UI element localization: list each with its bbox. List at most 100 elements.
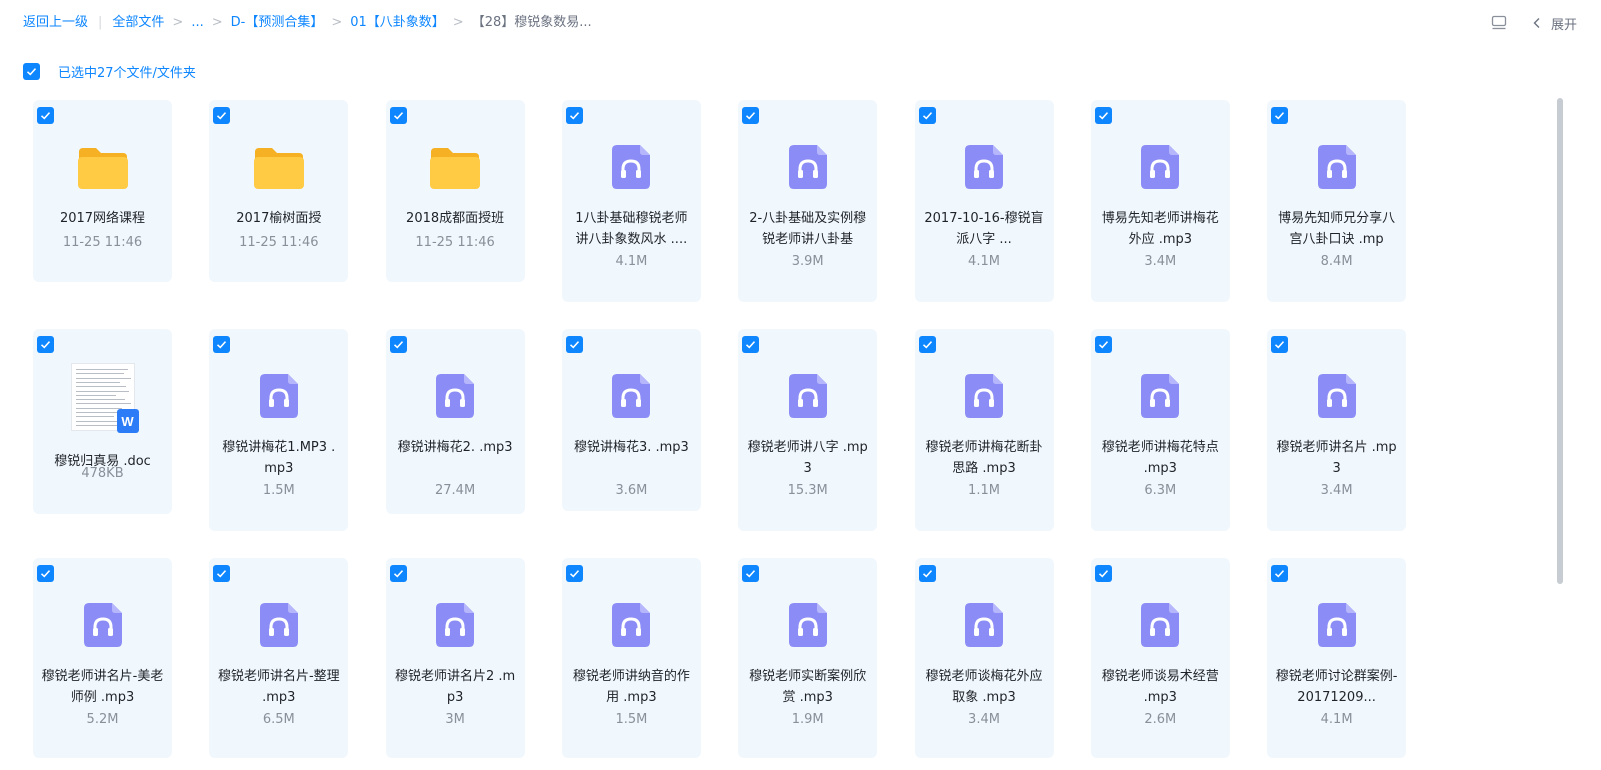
back-button[interactable]: 返回上一级 (23, 14, 88, 32)
file-item[interactable]: 穆锐老师讲名片-整理 .mp3 6.5M (209, 558, 349, 758)
audio-file-icon (965, 603, 1003, 647)
file-icon-wrap (562, 602, 701, 648)
file-checkbox[interactable] (1094, 107, 1112, 124)
audio-file-icon (1141, 145, 1180, 189)
folder-item[interactable]: 2018成都面授班 11-25 11:46 (385, 100, 525, 282)
file-checkbox[interactable] (565, 107, 583, 124)
file-item[interactable]: 穆锐老师讲名片2 .mp3 3M (385, 558, 525, 758)
file-icon-wrap (915, 602, 1054, 648)
folder-item[interactable]: 2017榆树面授 11-25 11:46 (209, 100, 349, 282)
file-item[interactable]: 博易先知老师讲梅花外应 .mp3 3.4M (1090, 100, 1230, 302)
check-icon (217, 570, 227, 578)
file-item[interactable]: W 穆锐归真易 .doc 478KB (33, 329, 172, 514)
file-item[interactable]: 2-八卦基础及实例穆锐老师讲八卦基 3.9M (738, 100, 878, 302)
file-checkbox[interactable] (1094, 336, 1112, 353)
check-icon (217, 112, 227, 120)
file-item[interactable]: 穆锐讲梅花1.MP3 .mp3 1.5M (209, 329, 349, 531)
file-checkbox[interactable] (37, 107, 54, 124)
file-item[interactable]: 穆锐老师实断案例欣赏 .mp3 1.9M (738, 558, 878, 758)
file-checkbox[interactable] (389, 565, 407, 582)
file-meta: 3M (445, 712, 465, 727)
file-name: 穆锐老师讲名片-美老师例 .mp3 (41, 669, 164, 705)
file-checkbox[interactable] (1271, 336, 1289, 353)
file-checkbox[interactable] (918, 336, 936, 353)
file-meta: 11-25 11:46 (239, 235, 319, 250)
file-checkbox[interactable] (565, 336, 583, 353)
check-icon (393, 570, 403, 578)
chevron-left-icon[interactable] (1531, 17, 1543, 29)
file-item[interactable]: 穆锐老师谈易术经营 .mp3 2.6M (1090, 558, 1230, 758)
check-icon (393, 341, 403, 349)
file-checkbox[interactable] (742, 565, 760, 582)
file-checkbox[interactable] (1271, 107, 1289, 124)
file-item[interactable]: 穆锐老师讲名片 .mp3 3.4M (1267, 329, 1407, 531)
file-checkbox[interactable] (389, 336, 407, 353)
file-checkbox[interactable] (918, 565, 936, 582)
expand-button[interactable]: 展开 (1551, 14, 1577, 33)
file-name: 2017-10-16-穆锐盲派八字 ... (924, 211, 1044, 247)
file-meta: 15.3M (787, 483, 828, 498)
file-item[interactable]: 穆锐老师讲梅花特点 .mp3 6.3M (1090, 329, 1230, 531)
file-checkbox[interactable] (1094, 565, 1112, 582)
vertical-scrollbar[interactable] (1557, 98, 1563, 584)
file-name: 穆锐老师讲梅花断卦思路 .mp3 (925, 440, 1043, 476)
file-checkbox[interactable] (742, 336, 760, 353)
file-icon-wrap (209, 373, 348, 419)
file-meta: 4.1M (615, 254, 648, 269)
file-meta: 4.1M (968, 254, 1000, 269)
file-checkbox[interactable] (918, 107, 936, 124)
check-icon (569, 341, 579, 349)
file-item[interactable]: 穆锐讲梅花3. .mp3 3.6M (561, 329, 701, 511)
check-icon (1275, 112, 1285, 120)
folder-item[interactable]: 2017网络课程 11-25 11:46 (33, 100, 172, 282)
folder-icon (253, 148, 304, 189)
file-meta: 11-25 11:46 (415, 235, 495, 250)
file-item[interactable]: 1八卦基础穆锐老师讲八卦象数风水 .... 4.1M (561, 100, 701, 302)
breadcrumb-item-predict[interactable]: D-【预测合集】 (231, 14, 324, 32)
file-checkbox[interactable] (742, 107, 760, 124)
check-icon (1098, 341, 1108, 349)
file-checkbox[interactable] (37, 336, 54, 353)
check-icon (1275, 341, 1285, 349)
file-checkbox[interactable] (213, 565, 231, 582)
check-icon (746, 112, 756, 120)
file-checkbox[interactable] (37, 565, 54, 582)
file-name: 穆锐老师讨论群案例-20171209... (1275, 669, 1398, 705)
file-icon-wrap (386, 373, 525, 419)
file-meta: 2.6M (1144, 712, 1177, 727)
file-item[interactable]: 博易先知师兄分享八宫八卦口诀 .mp 8.4M (1267, 100, 1407, 302)
file-item[interactable]: 穆锐老师讨论群案例-20171209... 4.1M (1267, 558, 1407, 758)
file-checkbox[interactable] (389, 107, 407, 124)
file-icon-wrap (1091, 144, 1230, 190)
breadcrumb-all-files[interactable]: 全部文件 (112, 14, 164, 32)
audio-file-icon (1141, 603, 1180, 647)
file-icon-wrap: W (33, 363, 172, 435)
file-checkbox[interactable] (1271, 565, 1289, 582)
file-checkbox[interactable] (213, 107, 231, 124)
file-name: 穆锐讲梅花3. .mp3 (573, 440, 689, 455)
file-checkbox[interactable] (565, 565, 583, 582)
file-icon-wrap (386, 144, 525, 192)
audio-file-icon (612, 145, 651, 189)
file-icon-wrap (562, 373, 701, 419)
file-meta: 1.1M (968, 483, 1000, 498)
file-item[interactable]: 穆锐老师讲纳音的作用 .mp3 1.5M (561, 558, 701, 758)
file-icon-wrap (1267, 602, 1406, 648)
file-item[interactable]: 穆锐老师谈梅花外应取象 .mp3 3.4M (914, 558, 1054, 758)
file-name: 2017网络课程 (59, 211, 146, 226)
file-checkbox[interactable] (213, 336, 231, 353)
file-item[interactable]: 穆锐老师讲八字 .mp3 15.3M (738, 329, 878, 531)
file-name: 穆锐老师讲纳音的作用 .mp3 (572, 669, 690, 705)
file-meta: 11-25 11:46 (62, 235, 143, 250)
file-item[interactable]: 2017-10-16-穆锐盲派八字 ... 4.1M (914, 100, 1054, 302)
file-item[interactable]: 穆锐老师讲梅花断卦思路 .mp3 1.1M (914, 329, 1054, 531)
file-meta: 1.9M (791, 712, 824, 727)
select-all-checkbox[interactable] (23, 63, 40, 80)
audio-file-icon (612, 603, 651, 647)
selection-bar: 已选中27个文件/文件夹 (23, 62, 196, 81)
file-item[interactable]: 穆锐讲梅花2. .mp3 27.4M (385, 329, 525, 514)
breadcrumb-item-bagua[interactable]: 01【八卦象数】 (350, 14, 445, 32)
file-item[interactable]: 穆锐老师讲名片-美老师例 .mp3 5.2M (33, 558, 172, 758)
breadcrumb-ellipsis[interactable]: ... (191, 14, 203, 32)
list-view-icon[interactable] (1489, 13, 1509, 33)
